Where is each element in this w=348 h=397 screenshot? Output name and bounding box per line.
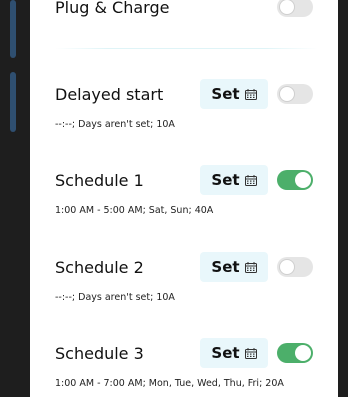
toggle-knob bbox=[279, 259, 295, 275]
set-button-label: Set bbox=[211, 171, 240, 189]
phone-side-button bbox=[10, 0, 16, 58]
schedule-2-set-button[interactable]: Set bbox=[200, 252, 268, 282]
delayed-start-summary: --:--; Days aren't set; 10A bbox=[55, 119, 175, 130]
phone-frame-right bbox=[338, 0, 348, 397]
calendar-icon bbox=[244, 88, 257, 100]
schedule-3-summary: 1:00 AM - 7:00 AM; Mon, Tue, Wed, Thu, F… bbox=[55, 378, 284, 389]
schedule-2-summary: --:--; Days aren't set; 10A bbox=[55, 292, 175, 303]
schedule-1-set-button[interactable]: Set bbox=[200, 165, 268, 195]
set-button-label: Set bbox=[211, 344, 240, 362]
toggle-knob bbox=[279, 86, 295, 102]
calendar-icon bbox=[244, 174, 257, 186]
plug-charge-label: Plug & Charge bbox=[55, 0, 170, 17]
calendar-icon bbox=[244, 347, 257, 359]
charging-settings-screen: Plug & Charge Delayed start Set --:--; D… bbox=[30, 0, 338, 397]
schedule-3-set-button[interactable]: Set bbox=[200, 338, 268, 368]
phone-side-button bbox=[10, 72, 16, 132]
toggle-knob bbox=[279, 0, 295, 15]
schedule-1-summary: 1:00 AM - 5:00 AM; Sat, Sun; 40A bbox=[55, 205, 214, 216]
schedule-3-toggle[interactable] bbox=[277, 343, 313, 363]
delayed-start-toggle[interactable] bbox=[277, 84, 313, 104]
delayed-start-title: Delayed start bbox=[55, 85, 164, 104]
section-divider bbox=[55, 48, 318, 49]
phone-frame-left bbox=[0, 0, 30, 397]
delayed-start-set-button[interactable]: Set bbox=[200, 79, 268, 109]
set-button-label: Set bbox=[211, 85, 240, 103]
plug-charge-toggle[interactable] bbox=[277, 0, 313, 17]
schedule-1-title: Schedule 1 bbox=[55, 171, 144, 190]
schedule-2-title: Schedule 2 bbox=[55, 258, 144, 277]
toggle-knob bbox=[295, 345, 311, 361]
schedule-2-toggle[interactable] bbox=[277, 257, 313, 277]
toggle-knob bbox=[295, 172, 311, 188]
schedule-3-title: Schedule 3 bbox=[55, 344, 144, 363]
calendar-icon bbox=[244, 261, 257, 273]
schedule-1-toggle[interactable] bbox=[277, 170, 313, 190]
set-button-label: Set bbox=[211, 258, 240, 276]
